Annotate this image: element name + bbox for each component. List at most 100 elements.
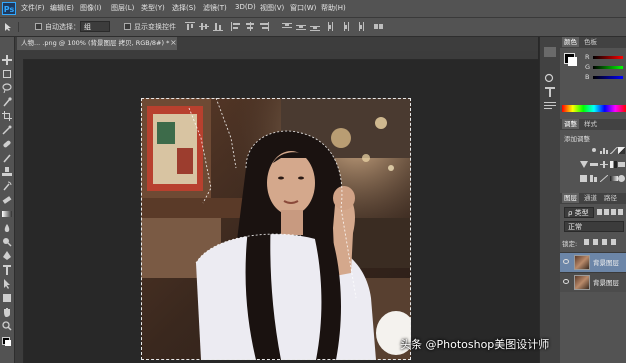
foreground-background-color-icon[interactable] — [2, 337, 12, 347]
distribute-center-icon[interactable] — [296, 22, 306, 31]
green-slider[interactable] — [593, 66, 623, 69]
document-tab[interactable]: 人物... .png @ 100% (背景图层 拷贝, RGB/8#) * — [17, 37, 177, 50]
menu-image[interactable]: 图像(I) — [80, 3, 102, 13]
eraser-tool-icon[interactable] — [2, 195, 12, 205]
align-top-edges-icon[interactable] — [185, 22, 195, 31]
visibility-eye-icon[interactable] — [563, 259, 569, 264]
horizontal-ruler — [15, 51, 538, 60]
blur-tool-icon[interactable] — [2, 223, 12, 233]
tab-adjustments[interactable]: 调整 — [562, 119, 579, 129]
menu-edit[interactable]: 编辑(E) — [50, 3, 74, 13]
visibility-eye-icon[interactable] — [563, 279, 569, 284]
brightness-adjustment-icon[interactable] — [590, 147, 598, 154]
move-tool-icon[interactable] — [2, 55, 12, 65]
auto-select-dropdown[interactable]: 组 — [80, 21, 110, 32]
menu-file[interactable]: 文件(F) — [21, 3, 45, 13]
channel-g-label: G — [585, 63, 591, 71]
crop-tool-icon[interactable] — [2, 111, 12, 121]
tab-layers[interactable]: 图层 — [562, 193, 579, 203]
tab-color[interactable]: 颜色 — [562, 37, 579, 47]
auto-align-layers-icon[interactable] — [374, 22, 384, 31]
tab-channels[interactable]: 通道 — [582, 193, 599, 203]
red-slider[interactable] — [593, 56, 623, 59]
type-tool-icon[interactable] — [2, 265, 12, 275]
menu-bar: Ps 文件(F) 编辑(E) 图像(I) 图层(L) 类型(Y) 选择(S) 滤… — [0, 0, 626, 18]
layer-filter-kind-dropdown[interactable]: ρ 类型 — [564, 207, 594, 218]
dodge-tool-icon[interactable] — [2, 237, 12, 247]
align-vertical-centers-icon[interactable] — [199, 22, 209, 31]
blue-slider[interactable] — [593, 76, 623, 79]
healing-brush-tool-icon[interactable] — [2, 139, 12, 149]
tab-swatches[interactable]: 色板 — [582, 37, 599, 47]
align-right-edges-icon[interactable] — [259, 22, 269, 31]
invert-adjustment-icon[interactable] — [580, 175, 588, 182]
menu-filter[interactable]: 滤镜(T) — [203, 3, 227, 13]
clone-stamp-tool-icon[interactable] — [2, 167, 12, 177]
posterize-adjustment-icon[interactable] — [590, 175, 598, 182]
document-image[interactable] — [141, 98, 411, 360]
tab-paths[interactable]: 路径 — [602, 193, 619, 203]
layer-row[interactable]: 背景图层 — [560, 272, 626, 292]
gradient-tool-icon[interactable] — [2, 209, 12, 219]
menu-layer[interactable]: 图层(L) — [111, 3, 134, 13]
menu-type[interactable]: 类型(Y) — [141, 3, 165, 13]
menu-select[interactable]: 选择(S) — [172, 3, 196, 13]
align-horizontal-centers-icon[interactable] — [245, 22, 255, 31]
path-selection-tool-icon[interactable] — [2, 279, 12, 289]
quick-select-tool-icon[interactable] — [2, 97, 12, 107]
show-transform-checkbox[interactable] — [124, 23, 131, 30]
levels-adjustment-icon[interactable] — [600, 147, 608, 154]
distribute-bottom-icon[interactable] — [310, 22, 320, 31]
menu-view[interactable]: 视图(V) — [260, 3, 284, 13]
navigator-panel-icon[interactable] — [544, 73, 556, 83]
curves-adjustment-icon[interactable] — [609, 146, 619, 155]
menu-3d[interactable]: 3D(D) — [235, 3, 256, 11]
right-panels: 颜色 色板 R G B 调整 样式 添加调整 图层 通道 路径 ρ 类型 正常 … — [560, 37, 626, 363]
menu-help[interactable]: 帮助(H) — [321, 3, 346, 13]
eyedropper-tool-icon[interactable] — [2, 125, 12, 135]
align-bottom-edges-icon[interactable] — [213, 22, 223, 31]
channel-r-label: R — [585, 53, 590, 61]
black-white-adjustment-icon[interactable] — [610, 161, 618, 168]
zoom-tool-icon[interactable] — [2, 321, 12, 331]
distribute-left-icon[interactable] — [327, 22, 337, 31]
selective-color-adjustment-icon[interactable] — [618, 175, 626, 182]
hand-tool-icon[interactable] — [2, 307, 12, 317]
blend-mode-dropdown[interactable]: 正常 — [564, 221, 624, 232]
exposure-adjustment-icon[interactable] — [618, 147, 626, 154]
vibrance-adjustment-icon[interactable] — [580, 161, 588, 168]
show-transform-label: 显示变换控件 — [134, 23, 176, 31]
auto-select-label: 自动选择： — [45, 23, 80, 31]
layer-filter-kind-label: ρ 类型 — [568, 209, 589, 217]
rectangle-tool-icon[interactable] — [2, 293, 12, 303]
align-left-edges-icon[interactable] — [231, 22, 241, 31]
threshold-adjustment-icon[interactable] — [599, 174, 609, 183]
history-brush-tool-icon[interactable] — [2, 181, 12, 191]
lock-icons[interactable] — [584, 239, 624, 246]
layer-name: 背景图层 — [593, 259, 619, 267]
background-color-swatch[interactable] — [568, 57, 577, 66]
pen-tool-icon[interactable] — [2, 251, 12, 261]
lasso-tool-icon[interactable] — [2, 83, 12, 94]
move-tool-icon[interactable] — [3, 22, 15, 32]
color-spectrum-ramp[interactable] — [562, 105, 626, 112]
auto-select-checkbox[interactable] — [35, 23, 42, 30]
color-balance-adjustment-icon[interactable] — [600, 161, 608, 168]
brush-tool-icon[interactable] — [2, 153, 12, 163]
menu-window[interactable]: 窗口(W) — [290, 3, 316, 13]
tab-styles[interactable]: 样式 — [582, 119, 599, 129]
marquee-tool-icon[interactable] — [2, 69, 12, 79]
hue-saturation-adjustment-icon[interactable] — [590, 161, 598, 168]
layer-filter-icons[interactable] — [597, 209, 624, 216]
distribute-right-icon[interactable] — [355, 22, 365, 31]
gradient-map-adjustment-icon[interactable] — [610, 175, 618, 182]
character-panel-icon[interactable] — [544, 87, 556, 97]
history-panel-icon[interactable] — [544, 47, 556, 57]
document-tab-close-icon[interactable]: × — [170, 38, 177, 47]
photo-filter-adjustment-icon[interactable] — [618, 161, 626, 168]
distribute-horizontal-icon[interactable] — [341, 22, 351, 31]
paragraph-panel-icon[interactable] — [544, 101, 556, 111]
channel-b-label: B — [585, 73, 590, 81]
distribute-top-icon[interactable] — [282, 22, 292, 31]
layer-row[interactable]: 背景图层 — [560, 252, 626, 272]
